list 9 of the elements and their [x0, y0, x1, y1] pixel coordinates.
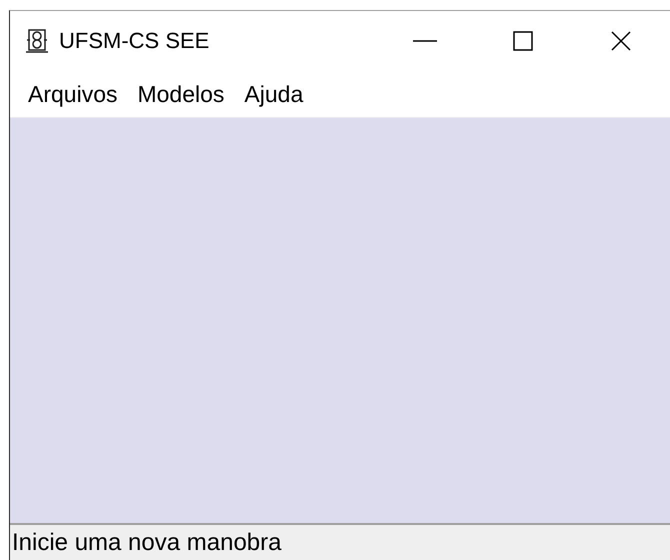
menu-item[interactable]: Arquivos — [18, 80, 128, 108]
app-icon — [25, 28, 49, 54]
window-title: UFSM-CS SEE — [59, 28, 210, 54]
status-bar: Inicie uma nova manobra — [10, 523, 670, 560]
maximize-icon — [513, 31, 533, 51]
menu-item[interactable]: Ajuda — [234, 80, 314, 108]
close-icon — [611, 31, 631, 51]
menu-item[interactable]: Modelos — [127, 80, 234, 108]
minimize-icon — [413, 39, 437, 43]
